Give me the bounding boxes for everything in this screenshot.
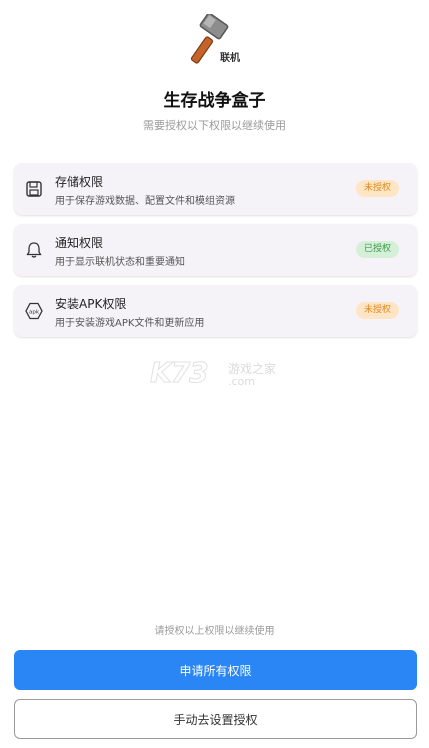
status-badge: 未授权: [355, 302, 399, 319]
footer-hint: 请授权以上权限以继续使用: [154, 626, 275, 637]
watermark-logo: K73: [150, 356, 210, 390]
permission-card-notification[interactable]: 通知权限 用于显示联机状态和重要通知 已授权: [14, 224, 417, 276]
svg-text:apk: apk: [29, 309, 40, 315]
app-title: 生存战争盒子: [163, 91, 266, 111]
permission-card-storage[interactable]: 存储权限 用于保存游戏数据、配置文件和模组资源 未授权: [14, 163, 417, 215]
permission-desc: 用于保存游戏数据、配置文件和模组资源: [55, 196, 235, 207]
permission-title: 存储权限: [55, 175, 104, 189]
watermark-com: .com: [228, 375, 255, 388]
app-logo: 联机: [190, 12, 242, 66]
bell-icon: [24, 240, 44, 260]
apk-icon: apk: [24, 301, 44, 321]
permission-title: 安装APK权限: [55, 297, 127, 311]
permission-title: 通知权限: [55, 236, 104, 250]
manual-settings-button[interactable]: 手动去设置授权: [14, 699, 417, 739]
status-badge: 已授权: [355, 241, 399, 258]
permission-card-install-apk[interactable]: apk 安装APK权限 用于安装游戏APK文件和更新应用 未授权: [14, 285, 417, 337]
permission-desc: 用于安装游戏APK文件和更新应用: [55, 318, 205, 329]
request-all-permissions-button[interactable]: 申请所有权限: [14, 650, 417, 690]
app-subtitle: 需要授权以下权限以继续使用: [143, 119, 286, 132]
floppy-disk-icon: [24, 179, 44, 199]
logo-label: 联机: [220, 53, 240, 64]
watermark: K73 游戏之家 .com: [150, 356, 280, 396]
permission-desc: 用于显示联机状态和重要通知: [55, 257, 185, 268]
status-badge: 未授权: [355, 180, 399, 197]
